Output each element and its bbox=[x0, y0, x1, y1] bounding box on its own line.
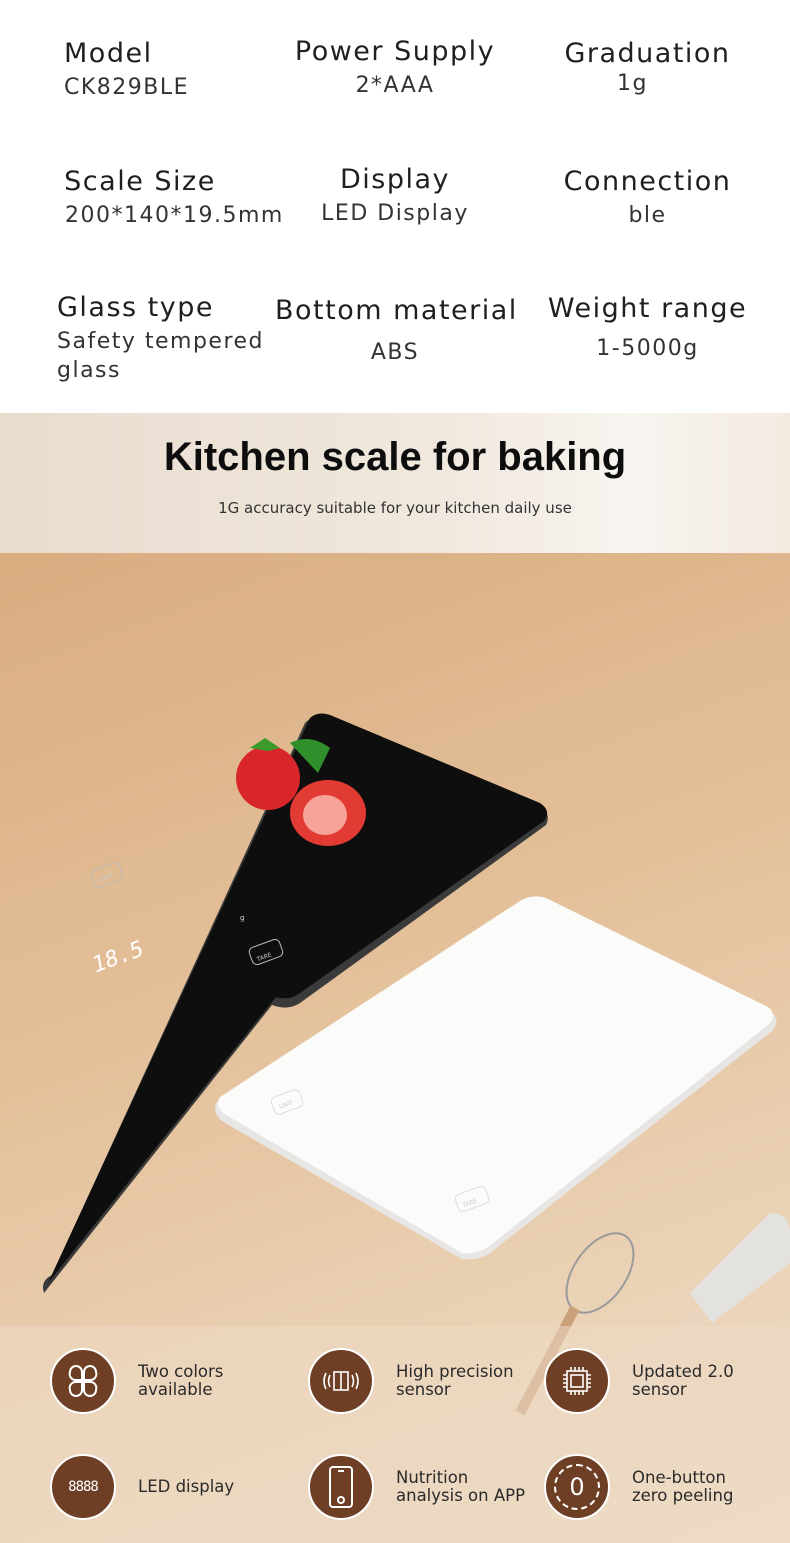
spec-value: 1g bbox=[617, 71, 648, 96]
spec-bottom: Bottom material ABS bbox=[275, 295, 518, 365]
feature-precision-sensor: High precision sensor bbox=[308, 1348, 514, 1414]
led-display-icon: 8888 bbox=[50, 1454, 116, 1520]
weight-reading: 18.5 bbox=[91, 935, 145, 979]
chip-icon bbox=[544, 1348, 610, 1414]
feature-zero-peeling: 0 One-button zero peeling bbox=[544, 1454, 733, 1520]
spec-title: Display bbox=[339, 164, 451, 195]
spec-display: Display LED Display bbox=[300, 164, 490, 226]
feature-led-display: 8888 LED display bbox=[50, 1454, 234, 1520]
strawberry bbox=[236, 746, 300, 810]
spec-power: Power Supply 2*AAA bbox=[270, 36, 520, 98]
spec-title: Connection bbox=[563, 166, 732, 197]
spec-title: Power Supply bbox=[294, 36, 496, 67]
features-panel: Two colors available High precision sens… bbox=[0, 1326, 790, 1543]
spec-title: Graduation bbox=[564, 38, 731, 69]
spec-size: Scale Size 200*140*19.5mm bbox=[40, 166, 284, 228]
feature-two-colors: Two colors available bbox=[50, 1348, 223, 1414]
spec-value: 1-5000g bbox=[596, 336, 699, 361]
feature-label: LED display bbox=[138, 1477, 235, 1496]
zero-reset-icon: 0 bbox=[544, 1454, 610, 1520]
feature-label: Nutrition analysis on APP bbox=[396, 1468, 526, 1505]
spec-value: ble bbox=[628, 203, 667, 228]
feature-app-nutrition: Nutrition analysis on APP bbox=[308, 1454, 525, 1520]
four-petal-icon bbox=[50, 1348, 116, 1414]
feature-label: One-button zero peeling bbox=[632, 1468, 734, 1505]
feature-updated-sensor: Updated 2.0 sensor bbox=[544, 1348, 734, 1414]
feature-label: Updated 2.0 sensor bbox=[632, 1362, 734, 1399]
spec-title: Weight range bbox=[547, 293, 748, 324]
spec-value: 200*140*19.5mm bbox=[65, 203, 284, 228]
unit-button[interactable]: UNIT bbox=[98, 872, 114, 884]
spec-value: ABS bbox=[370, 340, 420, 365]
spec-glass: Glass type Safety tempered glass bbox=[57, 292, 287, 385]
spec-model: Model CK829BLE bbox=[40, 38, 190, 100]
feature-label: Two colors available bbox=[138, 1362, 224, 1399]
spec-value: CK829BLE bbox=[64, 75, 190, 100]
spec-title: Bottom material bbox=[275, 295, 518, 326]
sensor-vibration-icon bbox=[308, 1348, 374, 1414]
spec-title: Model bbox=[64, 38, 153, 69]
spec-title: Glass type bbox=[57, 292, 215, 323]
spec-connection: Connection ble bbox=[540, 166, 755, 228]
phone-icon bbox=[308, 1454, 374, 1520]
feature-label: High precision sensor bbox=[396, 1362, 514, 1399]
spec-value: Safety tempered glass bbox=[57, 329, 265, 383]
spec-title: Scale Size bbox=[64, 166, 216, 197]
spec-value: 2*AAA bbox=[355, 73, 435, 98]
weight-unit: g bbox=[240, 914, 244, 922]
spec-value: LED Display bbox=[321, 201, 469, 226]
hero-banner: Kitchen scale for baking 1G accuracy sui… bbox=[0, 413, 790, 1543]
spec-weight-range: Weight range 1-5000g bbox=[540, 293, 755, 361]
spec-graduation: Graduation 1g bbox=[540, 38, 755, 96]
